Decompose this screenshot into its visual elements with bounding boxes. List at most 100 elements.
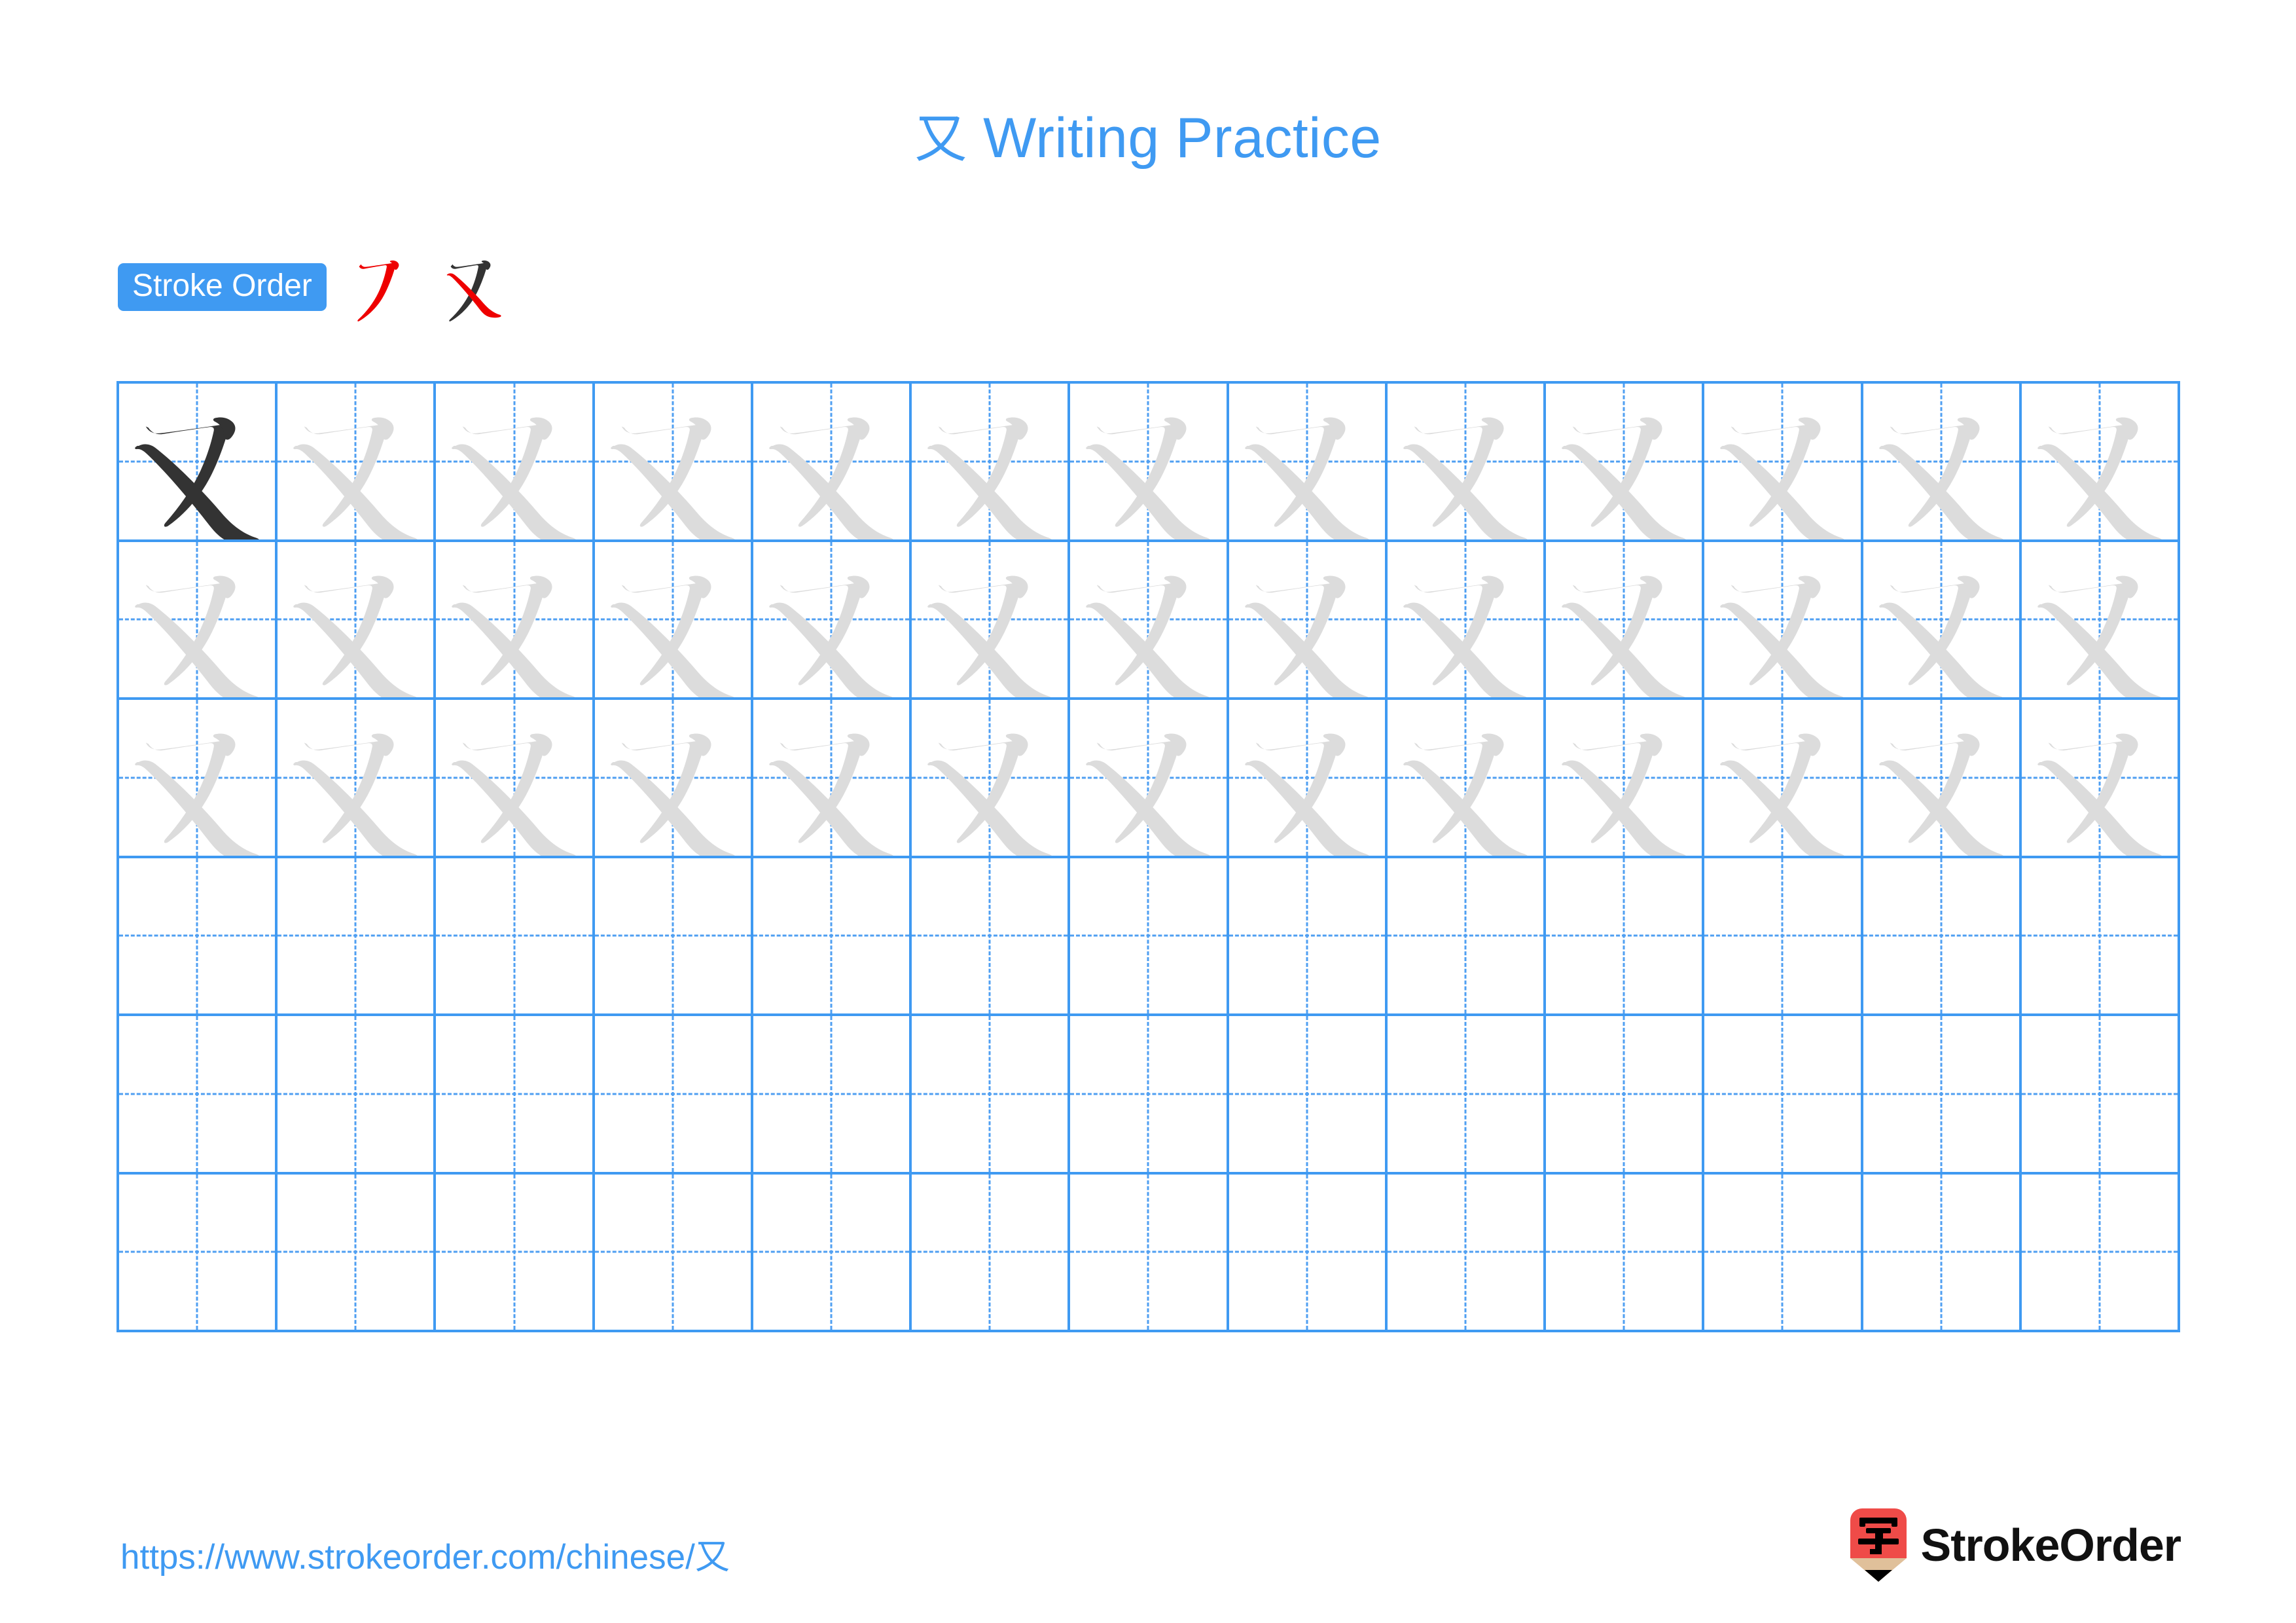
grid-cell-trace[interactable] — [1546, 384, 1705, 542]
grid-cell-blank[interactable] — [753, 1174, 912, 1332]
grid-cell-blank[interactable] — [2021, 1016, 2180, 1175]
practice-grid — [117, 381, 2180, 1332]
grid-cell-blank[interactable] — [753, 1016, 912, 1175]
grid-cell-blank[interactable] — [436, 1016, 595, 1175]
grid-cell-trace[interactable] — [1546, 541, 1705, 700]
grid-cell-blank[interactable] — [1070, 858, 1229, 1016]
grid-cell-blank[interactable] — [1863, 1016, 2022, 1175]
grid-cell-trace[interactable] — [1229, 541, 1388, 700]
practice-character-glyph — [1403, 733, 1528, 856]
grid-cell-blank[interactable] — [278, 858, 437, 1016]
practice-character-glyph — [2037, 575, 2162, 697]
grid-cell-trace[interactable] — [1387, 700, 1547, 858]
grid-cell-blank[interactable] — [119, 858, 278, 1016]
grid-cell-blank[interactable] — [1070, 1174, 1229, 1332]
grid-cell-trace[interactable] — [1387, 384, 1547, 542]
grid-cell-trace[interactable] — [1546, 700, 1705, 858]
grid-cell-trace[interactable] — [1863, 700, 2022, 858]
practice-character-glyph — [610, 575, 734, 697]
grid-cell-blank[interactable] — [1704, 1016, 1863, 1175]
practice-character-glyph — [1403, 417, 1528, 539]
grid-cell-trace[interactable] — [1863, 384, 2022, 542]
grid-cell-blank[interactable] — [1863, 858, 2022, 1016]
grid-cell-trace[interactable] — [753, 541, 912, 700]
grid-cell-trace[interactable] — [436, 541, 595, 700]
grid-cell-trace[interactable] — [1704, 541, 1863, 700]
grid-cell-trace[interactable] — [278, 700, 437, 858]
grid-cell-blank[interactable] — [119, 1016, 278, 1175]
grid-cell-trace[interactable] — [278, 541, 437, 700]
stroke-step-1-diagram — [357, 260, 399, 321]
grid-cell-blank[interactable] — [1387, 1174, 1547, 1332]
grid-cell-trace[interactable] — [278, 384, 437, 542]
grid-cell-trace[interactable] — [912, 700, 1071, 858]
grid-cell-trace[interactable] — [912, 384, 1071, 542]
practice-character-glyph — [135, 417, 259, 539]
practice-character-glyph — [293, 417, 418, 539]
grid-cell-trace[interactable] — [1070, 700, 1229, 858]
grid-cell-blank[interactable] — [1387, 1016, 1547, 1175]
grid-cell-trace[interactable] — [594, 384, 753, 542]
grid-cell-trace[interactable] — [912, 541, 1071, 700]
grid-cell-blank[interactable] — [1704, 1174, 1863, 1332]
practice-character-glyph — [927, 575, 1052, 697]
grid-cell-trace[interactable] — [436, 384, 595, 542]
grid-cell-trace[interactable] — [2021, 541, 2180, 700]
practice-character-glyph — [1244, 417, 1369, 539]
grid-cell-blank[interactable] — [436, 1174, 595, 1332]
practice-character-glyph — [452, 575, 576, 697]
grid-cell-blank[interactable] — [594, 1174, 753, 1332]
grid-cell-blank[interactable] — [1546, 1016, 1705, 1175]
grid-cell-trace[interactable] — [1387, 541, 1547, 700]
grid-cell-trace[interactable] — [1070, 384, 1229, 542]
grid-cell-blank[interactable] — [2021, 1174, 2180, 1332]
brand-name: StrokeOrder — [1920, 1520, 2181, 1571]
grid-cell-blank[interactable] — [1546, 858, 1705, 1016]
grid-cell-trace[interactable] — [753, 700, 912, 858]
grid-cell-trace[interactable] — [594, 541, 753, 700]
grid-cell-blank[interactable] — [912, 1016, 1071, 1175]
grid-cell-trace[interactable] — [1704, 384, 1863, 542]
grid-cell-trace[interactable] — [1229, 700, 1388, 858]
grid-cell-blank[interactable] — [594, 1016, 753, 1175]
grid-cell-blank[interactable] — [2021, 858, 2180, 1016]
grid-cell-blank[interactable] — [278, 1016, 437, 1175]
stroke-2-na — [135, 602, 259, 697]
grid-cell-model[interactable] — [119, 384, 278, 542]
grid-cell-blank[interactable] — [594, 858, 753, 1016]
grid-cell-blank[interactable] — [1546, 1174, 1705, 1332]
stroke-2-na — [1562, 760, 1686, 856]
grid-cell-blank[interactable] — [436, 858, 595, 1016]
grid-cell-trace[interactable] — [1070, 541, 1229, 700]
grid-cell-trace[interactable] — [1863, 541, 2022, 700]
grid-cell-blank[interactable] — [1229, 858, 1388, 1016]
brand-logo[interactable]: StrokeOrder — [1850, 1504, 2181, 1586]
grid-cell-blank[interactable] — [1387, 858, 1547, 1016]
grid-cell-trace[interactable] — [594, 700, 753, 858]
grid-cell-blank[interactable] — [1070, 1016, 1229, 1175]
grid-cell-trace[interactable] — [1229, 384, 1388, 542]
grid-cell-blank[interactable] — [753, 858, 912, 1016]
grid-cell-trace[interactable] — [753, 384, 912, 542]
grid-cell-blank[interactable] — [1863, 1174, 2022, 1332]
grid-cell-trace[interactable] — [1704, 700, 1863, 858]
grid-cell-trace[interactable] — [436, 700, 595, 858]
stroke-2-na — [293, 602, 418, 697]
grid-cell-trace[interactable] — [2021, 700, 2180, 858]
grid-cell-blank[interactable] — [1229, 1016, 1388, 1175]
footer-url[interactable]: https://www.strokeorder.com/chinese/又 — [120, 1529, 730, 1579]
grid-cell-blank[interactable] — [1229, 1174, 1388, 1332]
practice-character-glyph — [769, 733, 893, 856]
grid-cell-blank[interactable] — [912, 858, 1071, 1016]
stroke-2-na — [452, 602, 576, 697]
stroke-2-na-glyph — [446, 273, 501, 318]
grid-cell-blank[interactable] — [912, 1174, 1071, 1332]
grid-cell-trace[interactable] — [119, 700, 278, 858]
grid-cell-trace[interactable] — [2021, 384, 2180, 542]
grid-cell-blank[interactable] — [119, 1174, 278, 1332]
practice-character-glyph — [293, 733, 418, 856]
grid-cell-trace[interactable] — [119, 541, 278, 700]
practice-character-glyph — [1878, 733, 2003, 856]
grid-cell-blank[interactable] — [278, 1174, 437, 1332]
grid-cell-blank[interactable] — [1704, 858, 1863, 1016]
